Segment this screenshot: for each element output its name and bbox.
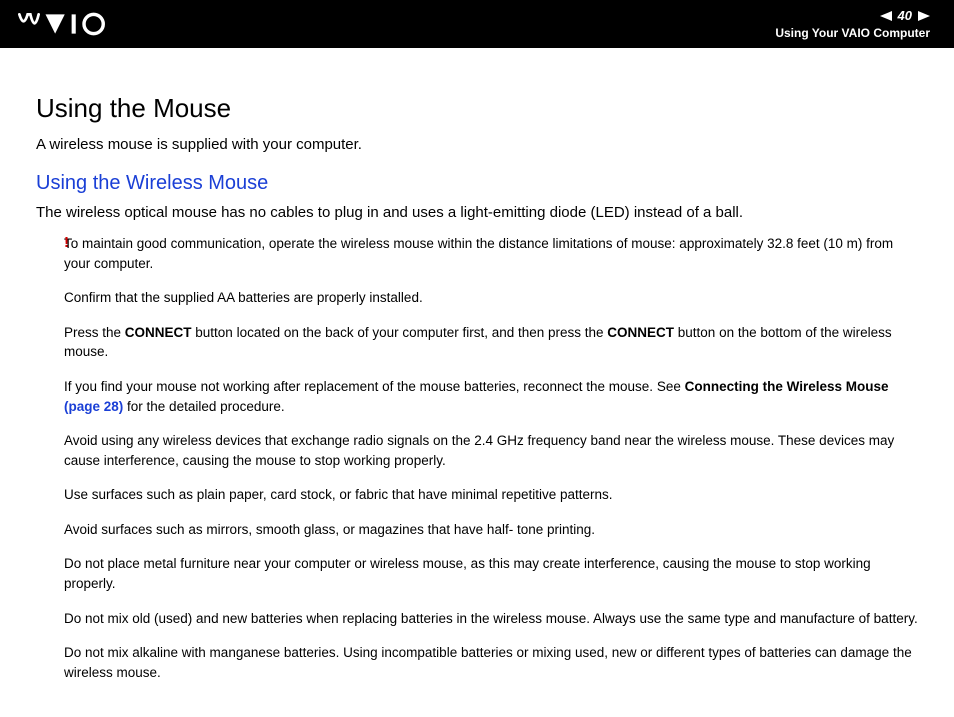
next-page-arrow-icon[interactable] <box>918 11 930 21</box>
note-text: Press the CONNECT button located on the … <box>64 323 918 362</box>
text-fragment: for the detailed procedure. <box>123 399 284 414</box>
text-fragment: button located on the back of your compu… <box>192 325 608 340</box>
sub-heading: Using the Wireless Mouse <box>36 169 918 198</box>
bold-text: CONNECT <box>125 325 192 340</box>
warning-icon: ! <box>64 232 69 254</box>
section-label: Using Your VAIO Computer <box>775 25 930 42</box>
main-heading: Using the Mouse <box>36 90 918 128</box>
header-right: 40 Using Your VAIO Computer <box>775 7 930 42</box>
text-fragment: Press the <box>64 325 125 340</box>
note-text: Avoid using any wireless devices that ex… <box>64 431 918 470</box>
prev-page-arrow-icon[interactable] <box>880 11 892 21</box>
note-text: To maintain good communication, operate … <box>64 234 918 273</box>
page-navigation: 40 <box>775 7 930 25</box>
bold-text: Connecting the Wireless Mouse <box>685 379 889 394</box>
note-text: Avoid surfaces such as mirrors, smooth g… <box>64 520 918 540</box>
vaio-logo <box>18 11 128 37</box>
description-text: The wireless optical mouse has no cables… <box>36 202 918 224</box>
note-text: If you find your mouse not working after… <box>64 377 918 416</box>
page-reference-link[interactable]: (page 28) <box>64 399 123 414</box>
notes-block: ! To maintain good communication, operat… <box>36 234 918 682</box>
note-text: Do not mix old (used) and new batteries … <box>64 609 918 629</box>
intro-text: A wireless mouse is supplied with your c… <box>36 134 918 156</box>
note-text: Use surfaces such as plain paper, card s… <box>64 485 918 505</box>
note-text: Do not mix alkaline with manganese batte… <box>64 643 918 682</box>
text-fragment: If you find your mouse not working after… <box>64 379 685 394</box>
bold-text: CONNECT <box>607 325 674 340</box>
page-number: 40 <box>898 7 912 25</box>
page-header: 40 Using Your VAIO Computer <box>0 0 954 48</box>
page-content: Using the Mouse A wireless mouse is supp… <box>0 48 954 717</box>
note-text: Confirm that the supplied AA batteries a… <box>64 288 918 308</box>
note-text: Do not place metal furniture near your c… <box>64 554 918 593</box>
